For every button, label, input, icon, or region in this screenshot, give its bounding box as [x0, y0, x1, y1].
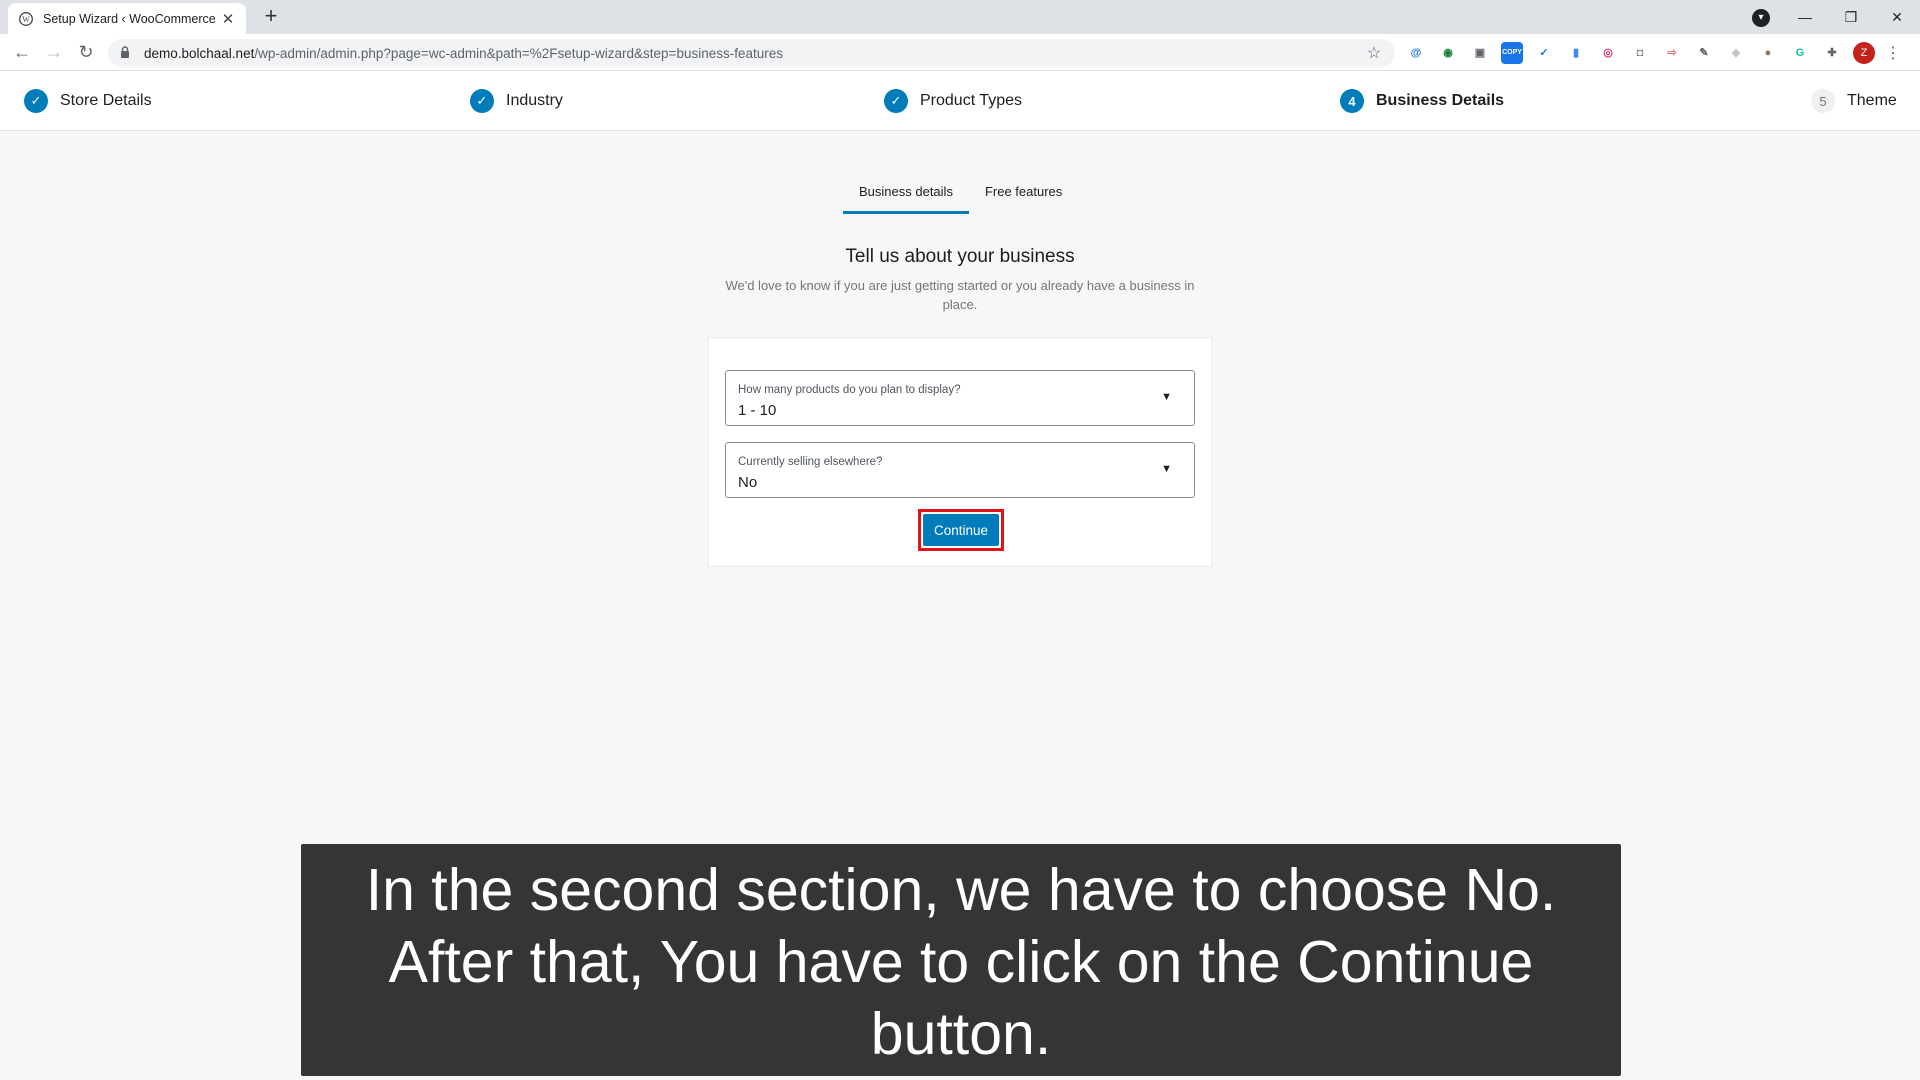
- bookmark-star-icon[interactable]: ☆: [1365, 43, 1383, 63]
- step-label: Product Types: [920, 92, 1022, 109]
- pen-ext-icon[interactable]: ✎: [1693, 42, 1715, 64]
- restore-icon[interactable]: ❐: [1828, 9, 1874, 26]
- bottle-ext-icon[interactable]: ▮: [1565, 42, 1587, 64]
- step-store-details[interactable]: ✓ Store Details: [24, 89, 152, 113]
- continue-button[interactable]: Continue: [923, 514, 999, 546]
- step-label: Store Details: [60, 92, 152, 109]
- step-industry[interactable]: ✓ Industry: [470, 89, 563, 113]
- back-icon[interactable]: ←: [10, 41, 34, 65]
- continue-highlight: Continue: [918, 509, 1004, 551]
- dropdown-arrow-icon: ▼: [1161, 391, 1172, 403]
- step-theme: 5 Theme: [1811, 89, 1897, 113]
- url-path: /wp-admin/admin.php?page=wc-admin&path=%…: [254, 45, 783, 61]
- cookie-ext-icon[interactable]: ●: [1757, 42, 1779, 64]
- selling-elsewhere-value: No: [738, 474, 758, 491]
- close-window-icon[interactable]: ✕: [1874, 9, 1920, 26]
- setup-stepper: ✓ Store Details ✓ Industry ✓ Product Typ…: [0, 71, 1920, 131]
- selling-elsewhere-label: Currently selling elsewhere?: [738, 456, 883, 468]
- menu-icon[interactable]: ⋮: [1885, 43, 1901, 63]
- browser-tab-bar: W Setup Wizard ‹ WooCommerce ‹ ✕ + ▾ — ❐…: [0, 0, 1920, 34]
- url-text: demo.bolchaal.net/wp-admin/admin.php?pag…: [144, 46, 1365, 61]
- reload-icon[interactable]: ↻: [74, 41, 98, 65]
- svg-text:W: W: [22, 15, 30, 24]
- profile-avatar[interactable]: Z: [1853, 42, 1875, 64]
- step-label: Theme: [1847, 92, 1897, 109]
- tab-business-details[interactable]: Business details: [843, 176, 969, 214]
- step-label: Industry: [506, 92, 563, 109]
- url-host: demo.bolchaal.net: [144, 45, 255, 61]
- business-details-card: How many products do you plan to display…: [708, 337, 1212, 567]
- step-number: 4: [1340, 89, 1364, 113]
- page-tabs: Business details Free features: [843, 176, 1078, 214]
- image-ext-icon[interactable]: ▣: [1469, 42, 1491, 64]
- step-business-details: 4 Business Details: [1340, 89, 1504, 113]
- check-icon: ✓: [24, 89, 48, 113]
- window-controls: — ❐ ✕: [1782, 0, 1920, 34]
- products-count-select[interactable]: How many products do you plan to display…: [725, 370, 1195, 426]
- puzzle-ext-icon[interactable]: ✚: [1821, 42, 1843, 64]
- step-label: Business Details: [1376, 92, 1505, 109]
- selling-elsewhere-select[interactable]: Currently selling elsewhere? No ▼: [725, 442, 1195, 498]
- check-icon: ✓: [470, 89, 494, 113]
- instagram-ext-icon[interactable]: ◎: [1597, 42, 1619, 64]
- browser-tab[interactable]: W Setup Wizard ‹ WooCommerce ‹ ✕: [8, 3, 246, 34]
- video-caption: In the second section, we have to choose…: [301, 844, 1621, 1076]
- check-icon: ✓: [884, 89, 908, 113]
- camera-ext-icon[interactable]: ◘: [1629, 42, 1651, 64]
- browser-toolbar: ← → ↻ demo.bolchaal.net/wp-admin/admin.p…: [0, 34, 1920, 71]
- new-tab-button[interactable]: +: [258, 4, 284, 30]
- minimize-icon[interactable]: —: [1782, 9, 1828, 25]
- shield-ext-icon[interactable]: ◈: [1725, 42, 1747, 64]
- dropdown-arrow-icon: ▼: [1161, 463, 1172, 475]
- address-bar[interactable]: demo.bolchaal.net/wp-admin/admin.php?pag…: [108, 39, 1395, 67]
- page-title: Tell us about your business: [845, 246, 1075, 267]
- tab-close-icon[interactable]: ✕: [220, 10, 236, 28]
- globe-ext-icon[interactable]: ◉: [1437, 42, 1459, 64]
- tab-search-icon[interactable]: ▾: [1752, 9, 1770, 27]
- check-ext-icon[interactable]: ✓: [1533, 42, 1555, 64]
- extensions-area: @ ◉ ▣ COPY ✓ ▮ ◎ ◘ ⇨ ✎ ◈ ● G ✚ Z ⋮: [1405, 42, 1901, 64]
- grammarly-ext-icon[interactable]: G: [1789, 42, 1811, 64]
- products-count-value: 1 - 10: [738, 402, 777, 419]
- tab-free-features[interactable]: Free features: [969, 176, 1078, 214]
- arrow-ext-icon[interactable]: ⇨: [1661, 42, 1683, 64]
- page-subtitle: We'd love to know if you are just gettin…: [725, 278, 1195, 312]
- copy-ext-icon[interactable]: COPY: [1501, 42, 1523, 64]
- tab-title: Setup Wizard ‹ WooCommerce ‹: [43, 11, 220, 26]
- products-count-label: How many products do you plan to display…: [738, 384, 961, 396]
- step-number: 5: [1811, 89, 1835, 113]
- at-icon[interactable]: @: [1405, 42, 1427, 64]
- wordpress-icon: W: [18, 11, 33, 26]
- lock-icon: [120, 46, 132, 60]
- forward-icon[interactable]: →: [42, 41, 66, 65]
- step-product-types[interactable]: ✓ Product Types: [884, 89, 1022, 113]
